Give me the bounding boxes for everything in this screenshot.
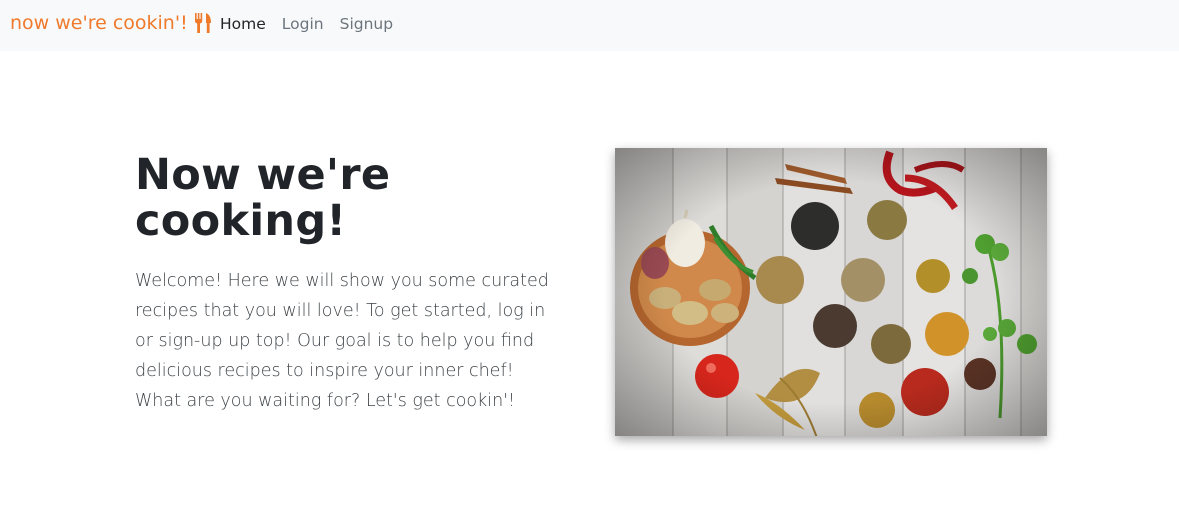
hero-description: Welcome! Here we will show you some cura… xyxy=(135,271,549,411)
hero-title: Now we're cooking! xyxy=(135,150,391,246)
brand-link[interactable]: now we're cookin'! xyxy=(10,12,213,34)
nav-link-home[interactable]: Home xyxy=(220,15,266,33)
nav-link-signup[interactable]: Signup xyxy=(340,15,393,33)
brand-text: now we're cookin'! xyxy=(10,12,188,34)
nav-link-login[interactable]: Login xyxy=(282,15,324,33)
navbar: now we're cookin'! Home Login Signup xyxy=(0,0,1179,51)
utensils-icon xyxy=(193,12,213,34)
spices-photo xyxy=(615,148,1047,436)
nav-links: Home Login Signup xyxy=(220,15,393,33)
